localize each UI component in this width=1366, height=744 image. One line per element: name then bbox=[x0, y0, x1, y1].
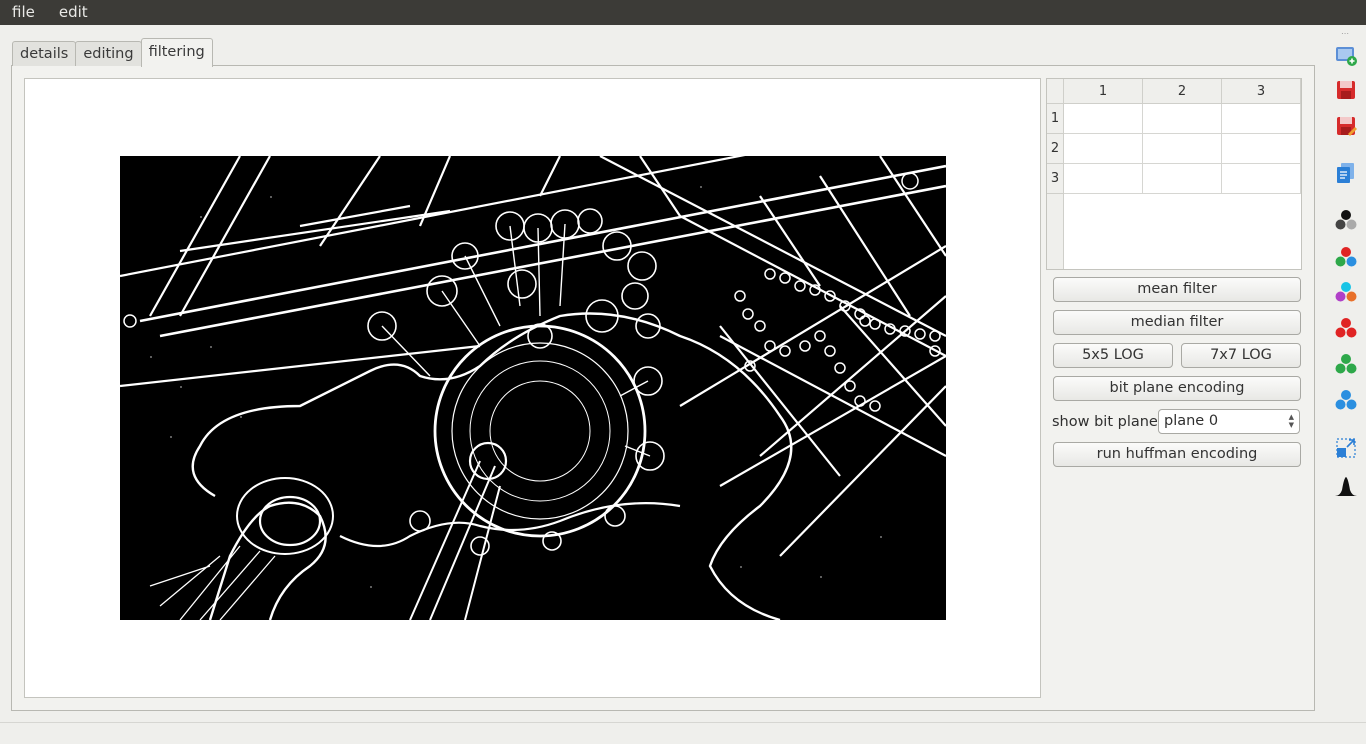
kernel-table[interactable]: 1 2 3 1 2 3 bbox=[1046, 78, 1302, 270]
green-channel-icon[interactable] bbox=[1334, 352, 1358, 376]
blue-channel-icon[interactable] bbox=[1334, 388, 1358, 412]
mean-filter-button[interactable]: mean filter bbox=[1053, 277, 1301, 302]
histogram-icon[interactable] bbox=[1334, 474, 1358, 498]
table-cell-3-3[interactable] bbox=[1222, 164, 1301, 194]
menu-edit[interactable]: edit bbox=[47, 0, 100, 25]
add-image-icon[interactable] bbox=[1334, 43, 1358, 67]
table-cell-1-3[interactable] bbox=[1222, 104, 1301, 134]
save-as-icon[interactable] bbox=[1334, 114, 1358, 138]
tab-bar: details editing filtering bbox=[12, 38, 213, 67]
table-cell-3-2[interactable] bbox=[1143, 164, 1222, 194]
rgb-channels-icon[interactable] bbox=[1334, 245, 1358, 269]
copy-document-icon[interactable] bbox=[1334, 161, 1358, 185]
cmy-channels-icon[interactable] bbox=[1334, 280, 1358, 304]
column-header-1[interactable]: 1 bbox=[1064, 79, 1143, 104]
save-icon[interactable] bbox=[1334, 78, 1358, 102]
grayscale-icon[interactable] bbox=[1334, 208, 1358, 232]
status-bar bbox=[0, 722, 1366, 744]
log-7x7-button[interactable]: 7x7 LOG bbox=[1181, 343, 1301, 368]
column-header-2[interactable]: 2 bbox=[1143, 79, 1222, 104]
table-cell-3-1[interactable] bbox=[1064, 164, 1143, 194]
row-header-1[interactable]: 1 bbox=[1047, 104, 1064, 134]
table-corner bbox=[1047, 79, 1064, 104]
row-header-fill bbox=[1047, 194, 1064, 269]
menu-bar: file edit bbox=[0, 0, 1366, 25]
row-header-2[interactable]: 2 bbox=[1047, 134, 1064, 164]
toolbar-grip[interactable]: ⋯ bbox=[1341, 29, 1350, 38]
table-cell-2-2[interactable] bbox=[1143, 134, 1222, 164]
menu-file[interactable]: file bbox=[0, 0, 47, 25]
red-channel-icon[interactable] bbox=[1334, 316, 1358, 340]
run-huffman-encoding-button[interactable]: run huffman encoding bbox=[1053, 442, 1301, 467]
table-cell-2-1[interactable] bbox=[1064, 134, 1143, 164]
bit-plane-value: plane 0 bbox=[1164, 413, 1219, 429]
show-bit-plane-label: show bit plane bbox=[1052, 414, 1158, 430]
bit-plane-spinbox[interactable]: plane 0 ▲ ▼ bbox=[1158, 409, 1300, 434]
tab-filtering[interactable]: filtering bbox=[140, 38, 213, 67]
resize-icon[interactable] bbox=[1334, 436, 1358, 460]
table-cell-1-1[interactable] bbox=[1064, 104, 1143, 134]
log-5x5-button[interactable]: 5x5 LOG bbox=[1053, 343, 1173, 368]
bit-plane-encoding-button[interactable]: bit plane encoding bbox=[1053, 376, 1301, 401]
table-cell-2-3[interactable] bbox=[1222, 134, 1301, 164]
median-filter-button[interactable]: median filter bbox=[1053, 310, 1301, 335]
tab-editing[interactable]: editing bbox=[75, 41, 142, 66]
tab-details[interactable]: details bbox=[12, 41, 77, 66]
column-header-3[interactable]: 3 bbox=[1222, 79, 1301, 104]
spin-arrows-icon[interactable]: ▲ ▼ bbox=[1289, 413, 1294, 429]
edge-detected-chandelier-image bbox=[120, 156, 946, 620]
filtered-image bbox=[120, 156, 946, 620]
row-header-3[interactable]: 3 bbox=[1047, 164, 1064, 194]
image-view bbox=[24, 78, 1041, 698]
table-cell-1-2[interactable] bbox=[1143, 104, 1222, 134]
